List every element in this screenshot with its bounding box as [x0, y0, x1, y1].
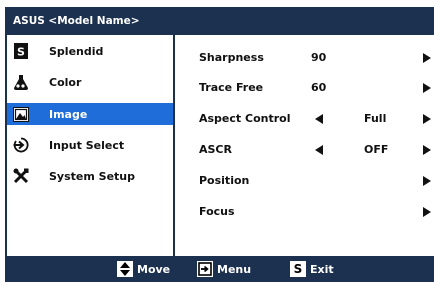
arrow-right-icon[interactable] — [423, 114, 431, 127]
sidebar-item-label: Image — [49, 107, 88, 121]
exit-label: Exit — [310, 262, 334, 276]
setting-row-focus[interactable]: Focus — [175, 201, 434, 223]
setting-label: ASCR — [199, 143, 232, 156]
model-title: ASUS <Model Name> — [13, 15, 140, 27]
arrow-right-icon[interactable] — [423, 207, 431, 220]
color-flask-icon — [13, 74, 29, 90]
input-select-icon — [13, 137, 29, 153]
footer-bar: Move Menu S Exit — [7, 256, 434, 282]
setting-row-trace-free[interactable]: Trace Free 60 — [175, 77, 434, 99]
exit-s-icon: S — [290, 261, 306, 277]
setting-row-ascr[interactable]: ASCR OFF — [175, 139, 434, 161]
sidebar-item-system-setup[interactable]: System Setup — [7, 165, 173, 187]
setting-label: Focus — [199, 205, 235, 218]
svg-text:S: S — [17, 46, 25, 59]
setting-label: Position — [199, 174, 250, 187]
setting-row-aspect-control[interactable]: Aspect Control Full — [175, 108, 434, 130]
menu-hint: Menu — [197, 260, 251, 278]
setting-label: Sharpness — [199, 51, 264, 64]
arrow-right-icon[interactable] — [423, 145, 431, 158]
sidebar-item-label: System Setup — [49, 169, 135, 183]
arrow-left-icon[interactable] — [315, 145, 323, 158]
setting-row-sharpness[interactable]: Sharpness 90 — [175, 47, 434, 69]
move-hint: Move — [117, 260, 170, 278]
sidebar-item-image[interactable]: Image — [7, 103, 173, 125]
image-settings-panel: Sharpness 90 Trace Free 60 Aspect Contro… — [175, 35, 434, 256]
arrow-right-icon[interactable] — [423, 53, 431, 66]
osd-menu: ASUS <Model Name> S Splendid Color Image… — [5, 7, 434, 282]
splendid-s-icon: S — [13, 43, 29, 59]
menu-enter-icon — [197, 261, 213, 277]
sidebar-item-label: Input Select — [49, 138, 125, 152]
exit-hint: S Exit — [290, 260, 334, 278]
sidebar-item-label: Splendid — [49, 44, 104, 58]
arrow-right-icon[interactable] — [423, 176, 431, 189]
setting-row-position[interactable]: Position — [175, 170, 434, 192]
setting-label: Aspect Control — [199, 112, 291, 125]
title-bar: ASUS <Model Name> — [7, 7, 434, 35]
sidebar-item-input-select[interactable]: Input Select — [7, 134, 173, 156]
sidebar-item-label: Color — [49, 75, 82, 89]
arrow-left-icon[interactable] — [315, 114, 323, 127]
arrow-right-icon[interactable] — [423, 83, 431, 96]
system-setup-tools-icon — [13, 168, 29, 184]
sidebar-item-color[interactable]: Color — [7, 71, 173, 93]
move-label: Move — [137, 262, 171, 276]
sidebar-item-splendid[interactable]: S Splendid — [7, 40, 173, 62]
setting-label: Trace Free — [199, 81, 264, 94]
sidebar: S Splendid Color Image Input Select Syst… — [7, 35, 175, 256]
setting-value: Full — [364, 112, 387, 125]
image-picture-icon — [13, 106, 29, 122]
setting-value: 90 — [311, 51, 327, 64]
menu-label: Menu — [217, 262, 252, 276]
setting-value: OFF — [364, 143, 389, 156]
up-down-arrow-icon — [117, 261, 133, 277]
setting-value: 60 — [311, 81, 327, 94]
